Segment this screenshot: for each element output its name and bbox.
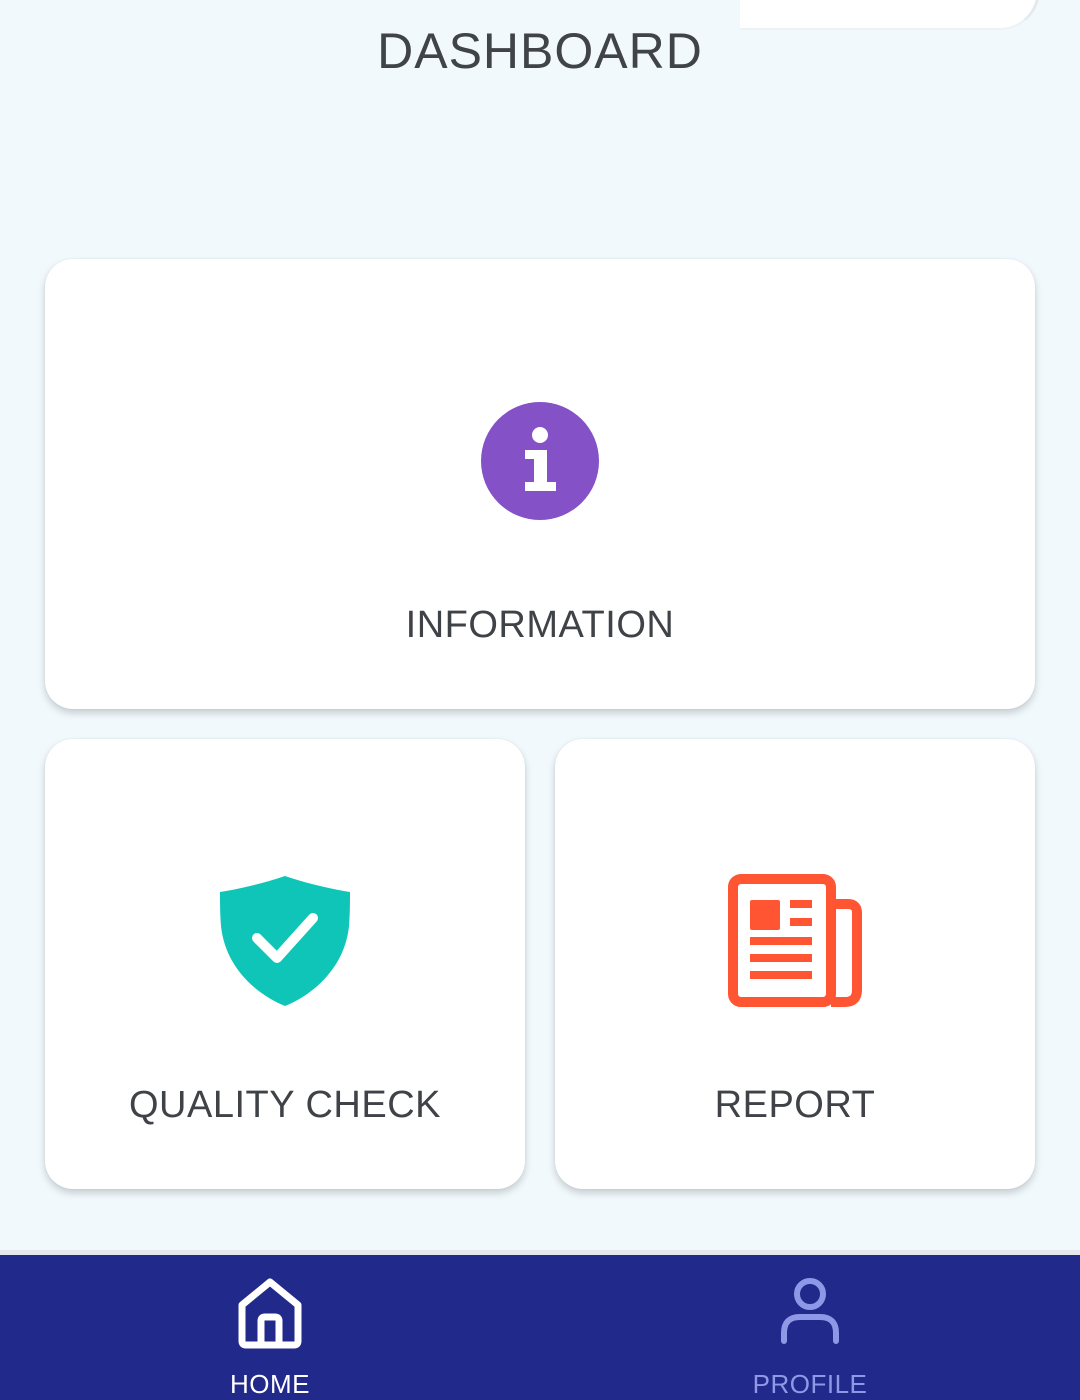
newspaper-icon — [728, 874, 862, 1013]
nav-item-home[interactable]: HOME — [0, 1255, 540, 1400]
quality-check-card[interactable]: QUALITY CHECK — [45, 739, 525, 1189]
nav-label-profile: PROFILE — [752, 1369, 868, 1399]
user-icon — [779, 1277, 841, 1352]
home-icon — [237, 1277, 303, 1354]
nav-label-home: HOME — [230, 1369, 310, 1399]
information-card[interactable]: INFORMATION — [45, 259, 1035, 709]
report-label: REPORT — [714, 1084, 876, 1126]
page-title: DASHBOARD — [377, 23, 703, 79]
shield-check-icon — [219, 874, 351, 1013]
info-icon — [481, 402, 599, 525]
information-label: INFORMATION — [405, 604, 675, 646]
nav-item-profile[interactable]: PROFILE — [540, 1255, 1080, 1400]
bottom-navigation: HOME PROFILE — [0, 1255, 1080, 1400]
quality-check-label: QUALITY CHECK — [129, 1084, 441, 1126]
report-card[interactable]: REPORT — [555, 739, 1035, 1189]
